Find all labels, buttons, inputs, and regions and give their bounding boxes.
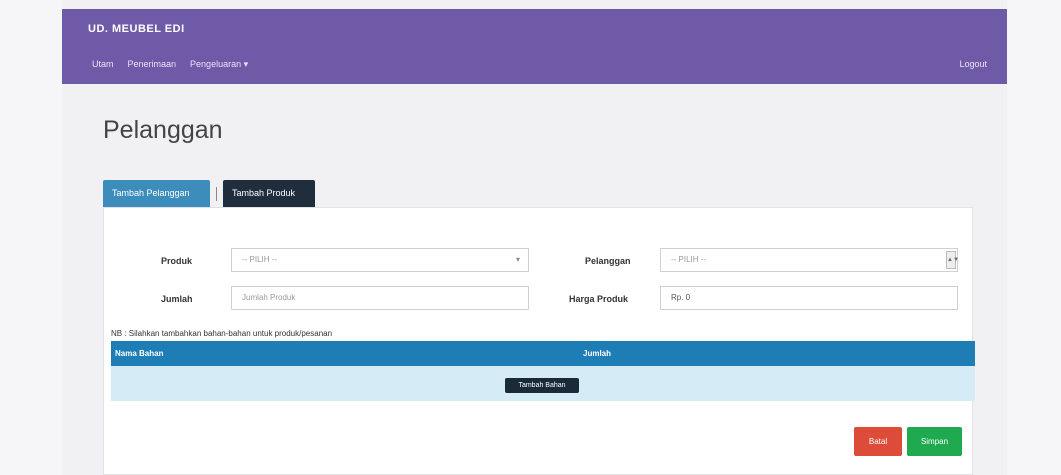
pelanggan-select[interactable]: -- PILIH -- ▲▼ xyxy=(660,248,959,272)
right-margin xyxy=(1007,0,1061,475)
nav-link-pengeluaran[interactable]: Pengeluaran ▾ xyxy=(190,59,248,70)
tab-separator xyxy=(216,186,217,201)
nav-link-penerimaan[interactable]: Penerimaan xyxy=(128,59,177,70)
produk-label: Produk xyxy=(161,256,193,266)
bahan-table-row: Tambah Bahan xyxy=(111,366,975,401)
nav-menu: Utam Penerimaan Pengeluaran ▾ xyxy=(92,59,248,70)
save-button[interactable]: Simpan xyxy=(907,427,962,456)
top-navbar: UD. MEUBEL EDI Utam Penerimaan Pengeluar… xyxy=(62,9,1007,84)
form-panel: Produk -- PILIH -- ▾ Pelanggan -- PILIH … xyxy=(103,207,975,475)
brand-title[interactable]: UD. MEUBEL EDI xyxy=(88,23,185,35)
add-bahan-button[interactable]: Tambah Bahan xyxy=(505,378,579,393)
tab-tambah-produk[interactable]: Tambah Produk xyxy=(223,180,315,207)
cancel-button[interactable]: Batal xyxy=(854,427,902,456)
spinner-icon[interactable]: ▲▼ xyxy=(946,251,959,269)
pelanggan-label: Pelanggan xyxy=(585,256,631,266)
nav-link-utama[interactable]: Utam xyxy=(92,59,114,70)
chevron-down-icon: ▾ xyxy=(515,255,520,264)
produk-select-value: -- PILIH -- xyxy=(242,255,278,264)
col-nama-bahan: Nama Bahan xyxy=(115,349,164,358)
pelanggan-select-value: -- PILIH -- xyxy=(671,255,707,264)
tab-bar: Tambah Pelanggan Tambah Produk xyxy=(103,180,315,207)
harga-produk-value: Rp. 0 xyxy=(671,293,691,302)
info-note: NB : Silahkan tambahkan bahan-bahan untu… xyxy=(111,329,333,338)
harga-produk-input[interactable]: Rp. 0 xyxy=(660,286,958,310)
jumlah-label: Jumlah xyxy=(161,294,193,304)
logout-link[interactable]: Logout xyxy=(959,59,987,69)
col-jumlah: Jumlah xyxy=(583,349,612,358)
bahan-table-header: Nama Bahan Jumlah xyxy=(111,341,975,366)
tab-tambah-pelanggan[interactable]: Tambah Pelanggan xyxy=(103,180,210,207)
left-margin xyxy=(0,0,62,475)
produk-select[interactable]: -- PILIH -- ▾ xyxy=(231,248,529,272)
jumlah-placeholder: Jumlah Produk xyxy=(242,293,296,302)
harga-produk-label: Harga Produk xyxy=(569,294,629,304)
jumlah-input[interactable]: Jumlah Produk xyxy=(231,286,529,310)
page-title: Pelanggan xyxy=(103,116,223,144)
